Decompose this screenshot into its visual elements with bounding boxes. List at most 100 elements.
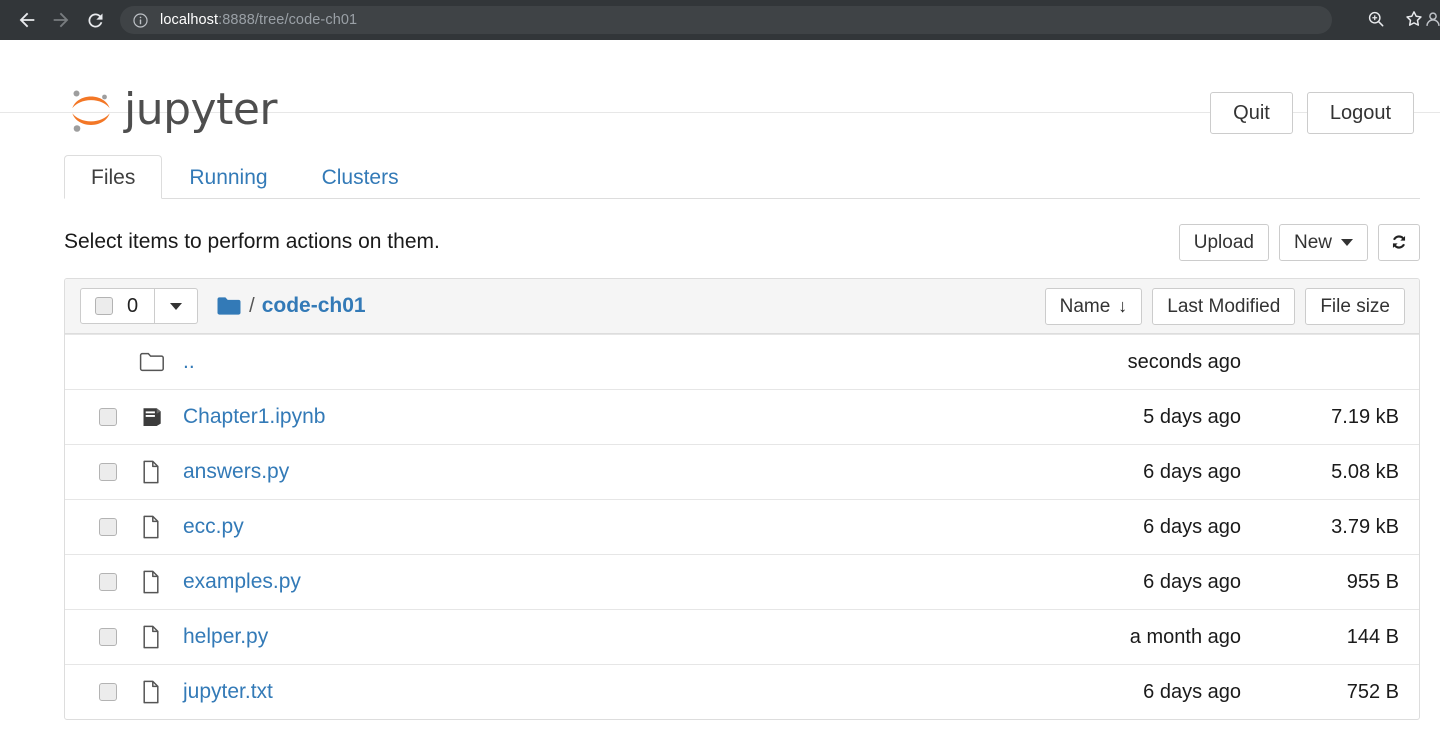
folder-filled-icon[interactable] [216, 295, 242, 317]
sort-file-size-button[interactable]: File size [1305, 288, 1405, 325]
file-link[interactable]: answers.py [183, 460, 289, 484]
reload-button[interactable] [78, 3, 112, 37]
address-bar[interactable]: localhost:8888/tree/code-ch01 [120, 6, 1332, 34]
table-row[interactable]: Chapter1.ipynb 5 days ago 7.19 kB [65, 389, 1419, 444]
url-text: localhost:8888/tree/code-ch01 [160, 12, 357, 28]
chevron-down-icon [1341, 239, 1353, 246]
row-icon-cell [139, 624, 179, 650]
row-checkbox-cell [99, 463, 139, 481]
table-row[interactable]: answers.py 6 days ago 5.08 kB [65, 444, 1419, 499]
row-modified-cell: 6 days ago [949, 461, 1249, 484]
file-icon [139, 459, 163, 485]
row-icon-cell [139, 459, 179, 485]
quit-button[interactable]: Quit [1210, 92, 1293, 134]
select-all-checkbox[interactable] [95, 297, 113, 315]
row-icon-cell [139, 351, 179, 373]
tab-bar: Files Running Clusters [64, 151, 1420, 199]
file-link[interactable]: jupyter.txt [183, 680, 273, 704]
row-icon-cell [139, 514, 179, 540]
row-checkbox[interactable] [99, 628, 117, 646]
table-row[interactable]: helper.py a month ago 144 B [65, 609, 1419, 664]
file-link[interactable]: .. [183, 350, 195, 374]
row-checkbox[interactable] [99, 463, 117, 481]
row-checkbox-cell [99, 408, 139, 426]
select-all-box[interactable]: 0 [80, 288, 155, 324]
row-size-cell: 5.08 kB [1249, 461, 1399, 484]
table-row[interactable]: .. seconds ago [65, 334, 1419, 389]
row-modified-cell: a month ago [949, 626, 1249, 649]
zoom-button[interactable] [1360, 3, 1392, 35]
file-list-header: 0 / code-ch01 Name ↓ Last Modified File … [65, 279, 1419, 334]
tab-running[interactable]: Running [162, 155, 294, 199]
jupyter-logo-icon [66, 85, 116, 135]
row-name-cell: Chapter1.ipynb [179, 405, 949, 429]
breadcrumb-separator: / [249, 295, 255, 318]
row-modified-cell: 6 days ago [949, 681, 1249, 704]
sort-last-modified-button[interactable]: Last Modified [1152, 288, 1295, 325]
file-link[interactable]: ecc.py [183, 515, 244, 539]
action-toolbar: Select items to perform actions on them.… [64, 216, 1420, 268]
row-modified-cell: 6 days ago [949, 516, 1249, 539]
row-name-cell: ecc.py [179, 515, 949, 539]
breadcrumb-current[interactable]: code-ch01 [262, 294, 366, 318]
back-button[interactable] [10, 3, 44, 37]
tab-clusters[interactable]: Clusters [295, 155, 426, 199]
row-name-cell: answers.py [179, 460, 949, 484]
sort-name-button[interactable]: Name ↓ [1045, 288, 1143, 325]
row-checkbox[interactable] [99, 683, 117, 701]
file-browser-list: 0 / code-ch01 Name ↓ Last Modified File … [64, 278, 1420, 720]
upload-button[interactable]: Upload [1179, 224, 1269, 261]
browser-toolbar: localhost:8888/tree/code-ch01 [0, 0, 1440, 40]
row-size-cell: 3.79 kB [1249, 516, 1399, 539]
breadcrumb: / code-ch01 [216, 294, 365, 318]
folder-outline-icon [139, 351, 165, 373]
toolbar-buttons: Upload New [1179, 224, 1420, 261]
refresh-button[interactable] [1378, 224, 1420, 261]
sort-buttons: Name ↓ Last Modified File size [1045, 288, 1405, 325]
new-button-label: New [1294, 233, 1332, 252]
arrow-down-icon: ↓ [1118, 297, 1127, 315]
row-name-cell: .. [179, 350, 949, 374]
zoom-search-icon [1366, 9, 1386, 29]
table-row[interactable]: examples.py 6 days ago 955 B [65, 554, 1419, 609]
select-hint-text: Select items to perform actions on them. [64, 230, 440, 254]
upload-button-label: Upload [1194, 233, 1254, 252]
file-link[interactable]: examples.py [183, 570, 301, 594]
file-link[interactable]: helper.py [183, 625, 268, 649]
row-icon-cell [139, 569, 179, 595]
row-icon-cell [139, 405, 179, 429]
table-row[interactable]: jupyter.txt 6 days ago 752 B [65, 664, 1419, 719]
profile-icon [1422, 8, 1440, 30]
table-row[interactable]: ecc.py 6 days ago 3.79 kB [65, 499, 1419, 554]
browser-menu-partial[interactable] [1420, 6, 1440, 32]
file-icon [139, 514, 163, 540]
row-checkbox[interactable] [99, 573, 117, 591]
row-checkbox-cell [99, 628, 139, 646]
forward-arrow-icon [50, 9, 72, 31]
row-name-cell: helper.py [179, 625, 949, 649]
row-checkbox-cell [99, 573, 139, 591]
row-icon-cell [139, 679, 179, 705]
row-checkbox[interactable] [99, 518, 117, 536]
header-buttons: Quit Logout [1210, 92, 1414, 134]
row-checkbox-cell [99, 518, 139, 536]
logout-button[interactable]: Logout [1307, 92, 1414, 134]
file-link[interactable]: Chapter1.ipynb [183, 405, 325, 429]
select-all-group: 0 [80, 288, 198, 324]
row-modified-cell: 6 days ago [949, 571, 1249, 594]
row-checkbox-cell [99, 683, 139, 701]
row-size-cell: 144 B [1249, 626, 1399, 649]
forward-button[interactable] [44, 3, 78, 37]
selected-count: 0 [127, 296, 138, 316]
new-button[interactable]: New [1279, 224, 1368, 261]
reload-icon [85, 10, 106, 31]
chevron-down-icon [170, 303, 182, 310]
url-host: localhost [160, 12, 218, 28]
row-size-cell: 955 B [1249, 571, 1399, 594]
tab-files[interactable]: Files [64, 155, 162, 199]
select-all-dropdown-button[interactable] [155, 288, 198, 324]
row-checkbox[interactable] [99, 408, 117, 426]
jupyter-logo[interactable]: jupyter [66, 85, 277, 135]
info-circle-icon [132, 12, 149, 29]
notebook-icon [139, 405, 165, 429]
